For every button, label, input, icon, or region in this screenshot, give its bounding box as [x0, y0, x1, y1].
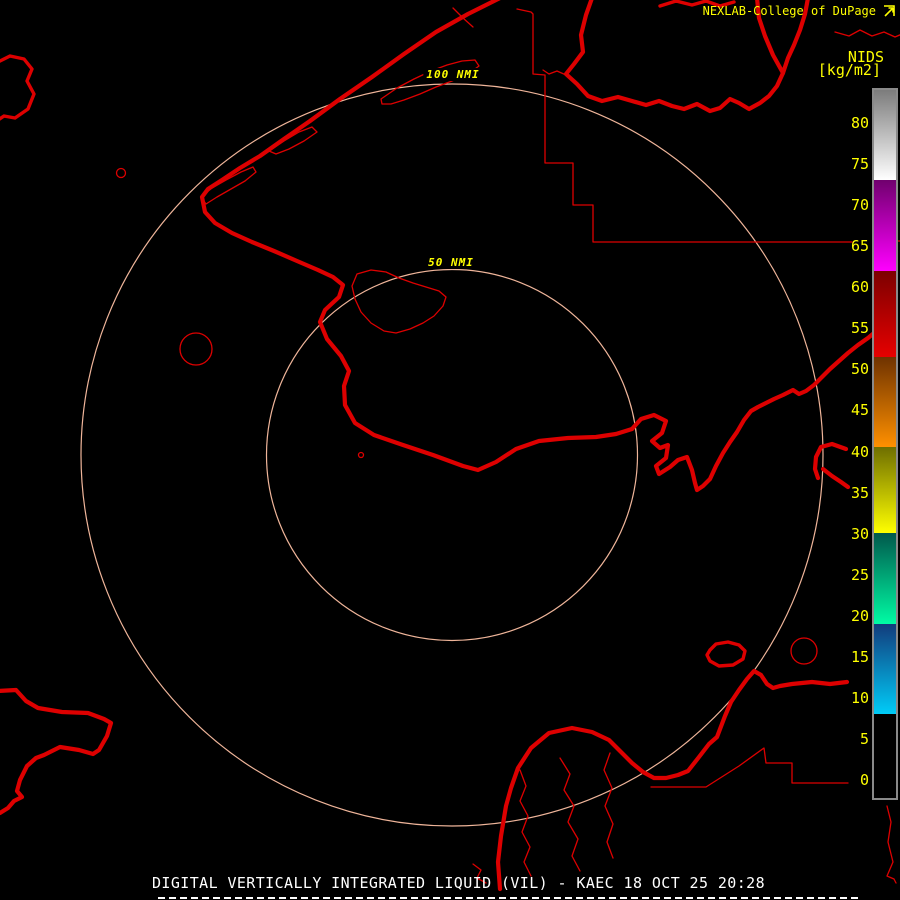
river-dome-1 — [519, 769, 532, 877]
barrier-island-nw-1 — [380, 59, 480, 105]
coast-spur-north — [542, 69, 567, 76]
range-ring-100nmi — [80, 83, 824, 827]
island-left-edge — [0, 54, 36, 121]
colorbar-segment-black — [874, 714, 896, 798]
clipped-text-artifact — [158, 897, 858, 899]
colorbar-tick-55: 55 — [850, 319, 869, 338]
colorbar-segment-brown-orange — [874, 356, 896, 448]
colorbar-tick-70: 70 — [850, 196, 869, 215]
colorbar-tick-50: 50 — [850, 360, 869, 379]
colorbar — [872, 88, 898, 800]
coastline-east — [629, 330, 877, 493]
small-lake-2 — [179, 332, 213, 366]
colorbar-segment-teal-green — [874, 533, 896, 624]
colorbar-segment-gray-white — [874, 90, 896, 181]
range-ring-label-100nmi: 100 NMI — [423, 68, 483, 81]
county-boundary-north — [516, 8, 853, 243]
colorbar-tick-45: 45 — [850, 401, 869, 420]
colorbar-segment-blue-cyan — [874, 623, 896, 715]
colorbar-tick-75: 75 — [850, 155, 869, 174]
coastline-southwest — [0, 687, 114, 816]
range-ring-label-50nmi: 50 NMI — [425, 256, 477, 269]
status-bar: DIGITAL VERTICALLY INTEGRATED LIQUID (VI… — [152, 874, 765, 892]
colorbar-segment-darkred-red — [874, 270, 896, 357]
colorbar-tick-0: 0 — [859, 771, 869, 789]
colorbar-tick-35: 35 — [850, 483, 869, 502]
coastline-south-dome — [495, 668, 850, 892]
county-boundary-southeast — [650, 747, 849, 788]
cod-logo-icon — [884, 5, 895, 17]
colorbar-tick-25: 25 — [850, 565, 869, 584]
river-dome-2 — [559, 757, 581, 872]
colorbar-tick-80: 80 — [850, 114, 869, 132]
page-title: NEXLAB-College of DuPage — [703, 4, 896, 18]
colorbar-tick-40: 40 — [850, 442, 869, 461]
colorbar-segment-olive-yellow — [874, 447, 896, 534]
colorbar-tick-15: 15 — [850, 647, 869, 666]
colorbar-tick-65: 65 — [850, 237, 869, 256]
colorbar-tick-10: 10 — [850, 688, 869, 707]
colorbar-tick-5: 5 — [859, 729, 869, 748]
peninsula-loop — [200, 166, 257, 205]
header-title-text: NEXLAB-College of DuPage — [702, 4, 876, 18]
river-dome-3 — [603, 752, 614, 859]
small-lake-3 — [790, 637, 818, 665]
small-island-dot — [357, 451, 365, 459]
river-top-right — [834, 29, 900, 38]
colorbar-tick-60: 60 — [850, 278, 869, 297]
colorbar-segment-purple-magenta — [874, 180, 896, 271]
inlet-outline-center — [351, 269, 447, 334]
small-lake-1 — [115, 167, 127, 179]
legend-units-label: [kg/m2] — [817, 61, 881, 79]
colorbar-tick-20: 20 — [850, 606, 869, 625]
lake-outline-thick — [705, 640, 747, 668]
map-layer — [0, 0, 900, 892]
radar-display: NEXLAB-College of DuPage NIDS [kg/m2] 80… — [0, 0, 900, 900]
boundary-right-edge-squiggle — [886, 805, 897, 884]
colorbar-tick-30: 30 — [850, 524, 869, 543]
